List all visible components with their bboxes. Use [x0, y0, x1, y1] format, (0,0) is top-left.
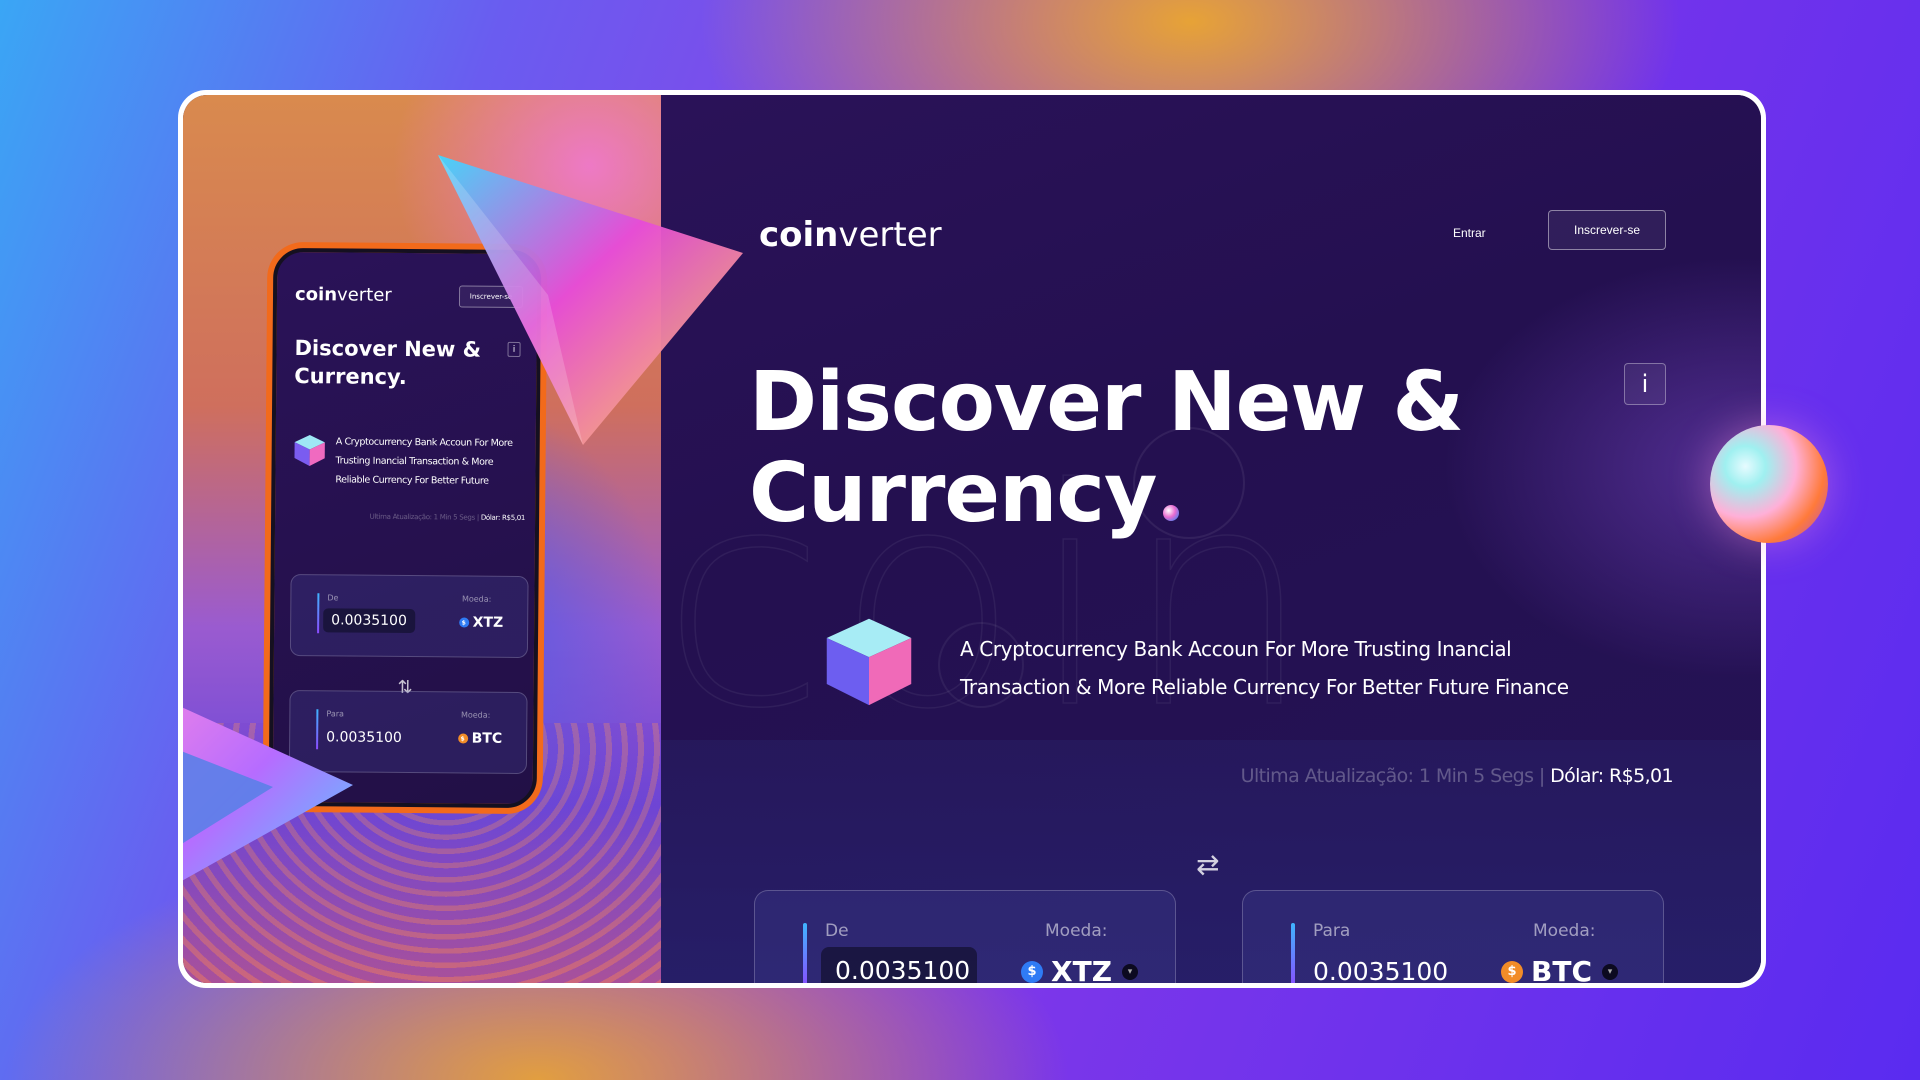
to-amount: 0.0035100	[1313, 957, 1449, 983]
from-coin-select[interactable]: $ XTZ ▾	[1021, 955, 1138, 983]
btc-coin-icon: $	[1501, 960, 1523, 983]
chevron-down-icon: ▾	[1602, 963, 1618, 980]
to-accent-bar	[1291, 923, 1295, 983]
hero-description: A Cryptocurrency Bank Accoun For More Tr…	[960, 637, 1569, 699]
to-label: Para	[1313, 921, 1351, 941]
info-button[interactable]: i	[1624, 363, 1666, 405]
prism-decoration-top	[438, 155, 743, 445]
from-amount-input[interactable]: 0.0035100	[821, 947, 977, 983]
phone-from-card: De Moeda: 0.0035100 $ XTZ	[289, 574, 529, 659]
btc-coin-icon: $	[457, 733, 468, 744]
phone-to-coin-select[interactable]: $ BTC	[457, 730, 502, 747]
sphere-decoration	[1710, 425, 1828, 543]
from-coin-label: Moeda:	[1045, 921, 1108, 941]
title-dot-icon	[1162, 505, 1179, 521]
triangle-decoration-bottom	[183, 707, 353, 881]
chevron-down-icon: ▾	[1122, 963, 1138, 980]
brand-logo[interactable]: coin verter	[759, 215, 942, 255]
from-card: De Moeda: 0.0035100 $ XTZ ▾	[754, 890, 1176, 983]
from-accent-bar	[803, 923, 807, 983]
phone-logo: coinverter	[294, 284, 392, 306]
to-coin-label: Moeda:	[1533, 921, 1596, 941]
swap-icon[interactable]: ⇄	[1196, 848, 1219, 881]
phone-cube-icon	[294, 435, 325, 467]
status-line: Ultima Atualização: 1 Min 5 Segs | Dólar…	[1240, 765, 1674, 787]
phone-from-accent-bar	[317, 593, 320, 634]
phone-status-line: Ultima Atualização: 1 Min 5 Segs | Dólar…	[369, 512, 526, 523]
phone-from-coin-label: Moeda:	[461, 594, 492, 604]
phone-from-coin-select[interactable]: $ XTZ	[458, 614, 503, 631]
login-link[interactable]: Entrar	[1447, 225, 1492, 241]
cube-icon	[826, 618, 912, 706]
phone-from-amount-input[interactable]: 0.0035100	[323, 608, 416, 634]
signup-button[interactable]: Inscrever-se	[1548, 210, 1666, 250]
hero-title: Discover New & Currency	[749, 355, 1464, 541]
to-coin-select[interactable]: $ BTC ▾	[1501, 955, 1618, 983]
xtz-coin-icon: $	[458, 617, 469, 628]
phone-from-label: De	[327, 593, 339, 603]
presentation-frame: coin coinverter Inscrever-se Discover Ne…	[178, 90, 1766, 988]
xtz-coin-icon: $	[1021, 960, 1043, 983]
phone-to-coin-label: Moeda:	[460, 710, 491, 720]
to-card: Para Moeda: 0.0035100 $ BTC ▾	[1242, 890, 1664, 983]
from-label: De	[825, 921, 849, 941]
mockup-canvas: coin coinverter Inscrever-se Discover Ne…	[183, 95, 1761, 983]
